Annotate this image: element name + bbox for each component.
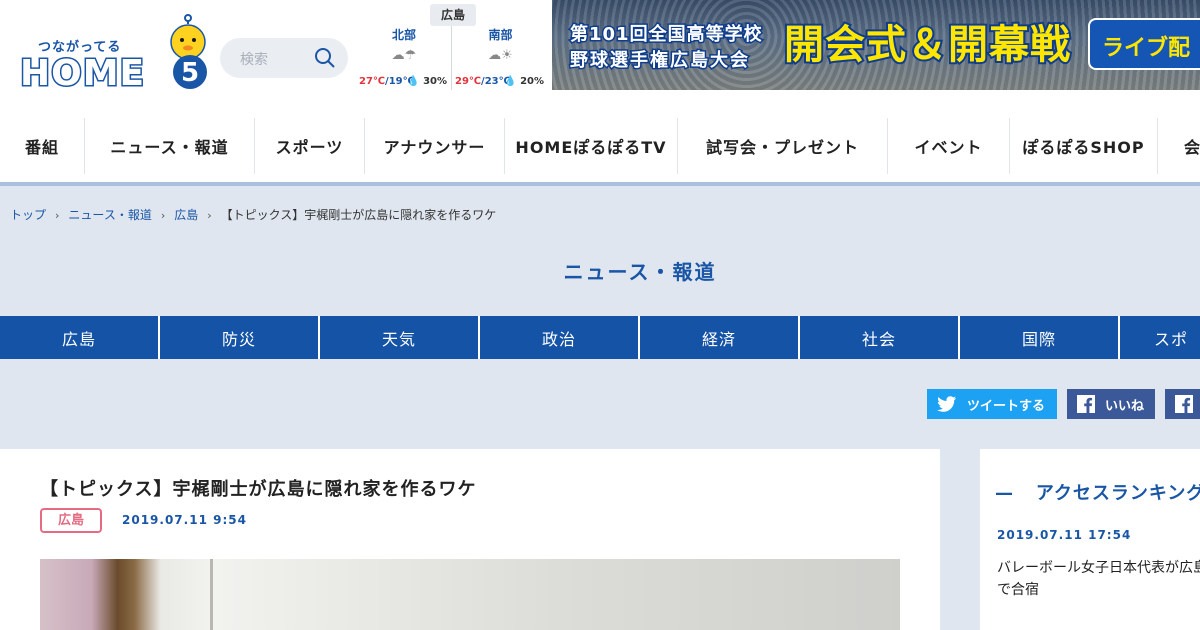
article: 【トピックス】宇梶剛士が広島に隠れ家を作るワケ 広島 2019.07.11 9:… (0, 449, 940, 630)
weather-area-north: 北部 ☁☂ 27℃/19℃ 💧 30% (357, 26, 452, 90)
ranking-item-date: 2019.07.11 17:54 (997, 528, 1132, 542)
chevron-right-icon: › (55, 209, 60, 222)
breadcrumb-link-top[interactable]: トップ (10, 208, 46, 222)
mascot-icon: 5 (170, 14, 207, 89)
like-button-label: いいね (1105, 398, 1145, 414)
banner-headline: 開会式＆開幕戦 (782, 20, 1072, 70)
banner-subtitle: 第101回全国高等学校 (569, 23, 764, 47)
ranking-item-link[interactable]: バレーボール女子日本代表が広島で合宿 (997, 557, 1200, 601)
article-date: 2019.07.11 9:54 (122, 513, 247, 527)
weather-area-south: 南部 ☁☀ 29℃/23℃ 💧 20% (453, 26, 548, 90)
photo-detail (210, 559, 470, 630)
cloud-sun-icon: ☁☀ (488, 48, 513, 63)
rain-probability: 💧 20% (504, 76, 544, 87)
chevron-right-icon: › (160, 209, 166, 222)
breadcrumb: トップ › ニュース・報道 › 広島 › 【トピックス】宇梶剛士が広島に隠れ家を作るワケ (10, 206, 496, 223)
article-photo (40, 559, 900, 630)
nav-item-announcers[interactable]: アナウンサー (365, 118, 505, 174)
nav-item-news[interactable]: ニュース・報道 (85, 118, 255, 174)
facebook-share-button[interactable] (1165, 389, 1200, 419)
nav-item-porupor-tv[interactable]: HOMEぽるぽるTV (505, 118, 678, 174)
breadcrumb-current: 【トピックス】宇梶剛士が広島に隠れ家を作るワケ (220, 208, 497, 222)
chevron-right-icon: › (207, 209, 212, 222)
cloud-rain-icon: ☁☂ (391, 48, 417, 63)
nav-item-shop[interactable]: ぽるぽるSHOP (1010, 118, 1158, 174)
page-title: ニュース・報道 (563, 260, 717, 284)
site-logo[interactable]: つながってる HOME 5 (18, 14, 215, 95)
tweet-button-label: ツイートする (967, 398, 1046, 414)
rain-probability: 💧 30% (407, 76, 447, 87)
search-input[interactable]: 検索 (240, 49, 268, 69)
banner-live-badge: ライブ配 (1088, 18, 1200, 70)
event-banner[interactable]: 第101回全国高等学校 野球選手権広島大会 開会式＆開幕戦 ライブ配 (552, 0, 1200, 90)
nav-item-presents[interactable]: 試写会・プレゼント (678, 118, 888, 174)
breadcrumb-link-hiroshima[interactable]: 広島 (174, 208, 198, 222)
facebook-icon (1175, 395, 1193, 413)
logo-wordmark: HOME (18, 52, 146, 95)
article-category-tag[interactable]: 広島 (40, 508, 102, 533)
like-button[interactable]: いいね (1067, 389, 1155, 419)
weather-area-name: 北部 (391, 28, 416, 42)
category-nav: 広島 防災 天気 政治 経済 社会 国際 スポ (0, 316, 1200, 359)
facebook-icon (1077, 395, 1095, 413)
nav-item-programs[interactable]: 番組 (0, 118, 85, 174)
site-header: つながってる HOME 5 検索 広島 北部 ☁☂ 27℃/19℃ 💧 30% (0, 0, 1200, 95)
raindrop-icon: 💧 (407, 76, 420, 87)
category-tab-sports[interactable]: スポ (1120, 316, 1200, 359)
nav-item-sports[interactable]: スポーツ (255, 118, 365, 174)
breadcrumb-link-news[interactable]: ニュース・報道 (68, 208, 151, 222)
category-tab-hiroshima[interactable]: 広島 (0, 316, 158, 359)
category-tab-politics[interactable]: 政治 (480, 316, 638, 359)
article-title: 【トピックス】宇梶剛士が広島に隠れ家を作るワケ (40, 479, 477, 500)
category-tab-international[interactable]: 国際 (960, 316, 1118, 359)
search-icon[interactable] (314, 47, 336, 69)
raindrop-icon: 💧 (504, 76, 517, 87)
access-ranking: — アクセスランキング 2019.07.11 17:54 バレーボール女子日本代… (980, 449, 1200, 630)
search-box[interactable]: 検索 (220, 38, 348, 78)
banner-subtitle-2: 野球選手権広島大会 (569, 49, 750, 73)
logo-channel-number: 5 (181, 58, 199, 88)
weather-area-name: 南部 (488, 28, 513, 42)
weather-temperature: 29℃/23℃ (455, 76, 511, 87)
category-tab-economy[interactable]: 経済 (640, 316, 798, 359)
category-tab-society[interactable]: 社会 (800, 316, 958, 359)
global-nav: 番組 ニュース・報道 スポーツ アナウンサー HOMEぽるぽるTV 試写会・プレ… (0, 90, 1200, 186)
ranking-title: — アクセスランキング (995, 483, 1200, 504)
nav-item-events[interactable]: イベント (888, 118, 1010, 174)
nav-item-company[interactable]: 会 (1158, 118, 1200, 174)
category-tab-disaster[interactable]: 防災 (160, 316, 318, 359)
weather-region-label: 広島 (430, 4, 476, 26)
category-tab-weather[interactable]: 天気 (320, 316, 478, 359)
twitter-icon (937, 396, 956, 412)
tweet-button[interactable]: ツイートする (927, 389, 1057, 419)
weather-widget[interactable]: 広島 北部 ☁☂ 27℃/19℃ 💧 30% 南部 ☁☀ 29℃/23℃ 💧 2… (357, 0, 549, 90)
